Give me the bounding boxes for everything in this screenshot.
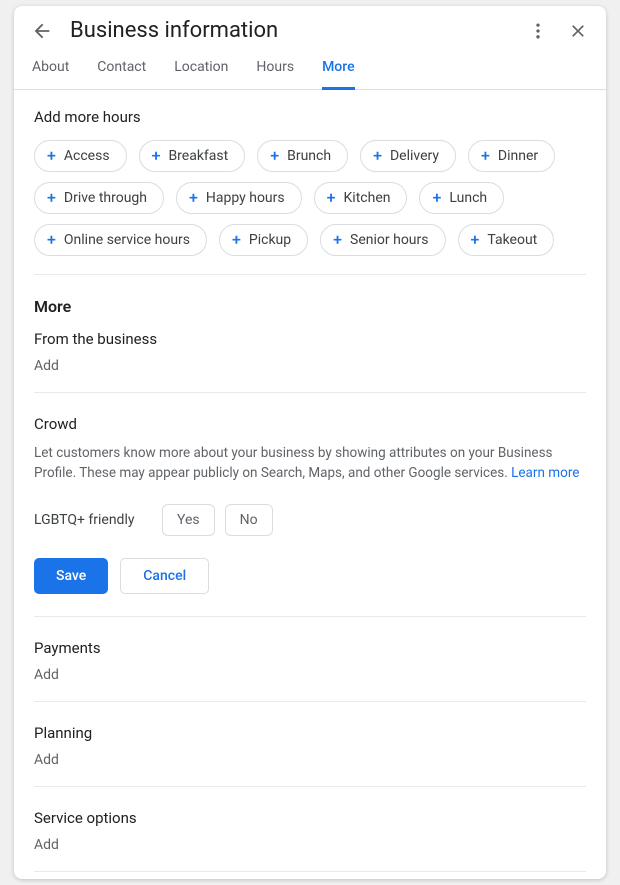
hours-chip[interactable]: + Drive through	[34, 182, 164, 214]
close-icon	[568, 21, 588, 41]
hours-chip-label: Lunch	[449, 190, 487, 206]
add-more-hours-title: Add more hours	[34, 108, 586, 126]
tab-location[interactable]: Location	[174, 59, 228, 89]
divider	[34, 392, 586, 393]
hours-chip-label: Access	[64, 148, 110, 164]
hours-chip-label: Drive through	[64, 190, 147, 206]
crowd-description: Let customers know more about your busin…	[34, 443, 586, 484]
hours-chip-label: Happy hours	[206, 190, 285, 206]
hours-chip[interactable]: + Kitchen	[314, 182, 408, 214]
yes-no-group: Yes No	[162, 504, 273, 536]
hours-chip-label: Brunch	[287, 148, 331, 164]
tab-more[interactable]: More	[322, 59, 355, 90]
divider	[34, 701, 586, 702]
hours-chip-label: Senior hours	[350, 232, 428, 248]
arrow-back-icon	[31, 20, 53, 42]
plus-icon: +	[333, 232, 342, 248]
more-section-title: More	[34, 297, 586, 316]
hours-chip-label: Pickup	[249, 232, 291, 248]
crowd-actions: Save Cancel	[34, 558, 586, 594]
panel-header: Business information	[14, 6, 606, 49]
from-business-add[interactable]: Add	[34, 358, 586, 374]
plus-icon: +	[432, 190, 441, 206]
hours-chip-label: Delivery	[390, 148, 439, 164]
business-info-panel: Business information About Contact Locat…	[14, 6, 606, 879]
save-button[interactable]: Save	[34, 558, 108, 594]
plus-icon: +	[270, 148, 279, 164]
hours-chip[interactable]: + Takeout	[458, 224, 555, 256]
hours-chip[interactable]: + Dinner	[468, 140, 555, 172]
hours-chip[interactable]: + Breakfast	[139, 140, 246, 172]
divider	[34, 616, 586, 617]
overflow-menu-button[interactable]	[526, 19, 550, 43]
lgbtq-row: LGBTQ+ friendly Yes No	[34, 504, 586, 536]
plus-icon: +	[47, 232, 56, 248]
plus-icon: +	[481, 148, 490, 164]
hours-chip[interactable]: + Pickup	[219, 224, 308, 256]
hours-chip[interactable]: + Brunch	[257, 140, 348, 172]
service-options-add[interactable]: Add	[34, 837, 586, 853]
hours-chip[interactable]: + Lunch	[419, 182, 504, 214]
plus-icon: +	[232, 232, 241, 248]
hours-chip-label: Takeout	[487, 232, 537, 248]
hours-chip-label: Breakfast	[168, 148, 228, 164]
hours-chip-group: + Access + Breakfast + Brunch + Delivery + Dinner…	[34, 140, 586, 256]
cancel-button[interactable]: Cancel	[120, 558, 209, 594]
hours-chip[interactable]: + Delivery	[360, 140, 456, 172]
divider	[34, 786, 586, 787]
hours-chip-label: Dinner	[498, 148, 538, 164]
more-vert-icon	[528, 21, 548, 41]
tab-about[interactable]: About	[32, 59, 69, 89]
lgbtq-yes-button[interactable]: Yes	[162, 504, 215, 536]
hours-chip[interactable]: + Senior hours	[320, 224, 445, 256]
lgbtq-label: LGBTQ+ friendly	[34, 512, 144, 528]
planning-add[interactable]: Add	[34, 752, 586, 768]
hours-chip[interactable]: + Access	[34, 140, 127, 172]
panel-title: Business information	[70, 18, 510, 43]
divider	[34, 871, 586, 872]
crowd-title: Crowd	[34, 415, 586, 433]
plus-icon: +	[47, 148, 56, 164]
back-button[interactable]	[30, 19, 54, 43]
plus-icon: +	[47, 190, 56, 206]
plus-icon: +	[373, 148, 382, 164]
service-options-title: Service options	[34, 809, 586, 827]
crowd-learn-more-link[interactable]: Learn more	[511, 465, 579, 481]
plus-icon: +	[189, 190, 198, 206]
plus-icon: +	[471, 232, 480, 248]
from-business-title: From the business	[34, 330, 586, 348]
hours-chip-label: Online service hours	[64, 232, 190, 248]
crowd-desc-text: Let customers know more about your busin…	[34, 445, 553, 481]
divider	[34, 274, 586, 275]
panel-body[interactable]: Add more hours +Access+Breakfast+Brunch+…	[14, 90, 606, 879]
hours-chip[interactable]: + Happy hours	[176, 182, 302, 214]
tab-hours[interactable]: Hours	[256, 59, 294, 89]
tab-bar: About Contact Location Hours More	[14, 49, 606, 90]
planning-title: Planning	[34, 724, 586, 742]
tab-contact[interactable]: Contact	[97, 59, 146, 89]
payments-title: Payments	[34, 639, 586, 657]
lgbtq-no-button[interactable]: No	[225, 504, 273, 536]
hours-chip-label: Kitchen	[344, 190, 391, 206]
hours-chip[interactable]: + Online service hours	[34, 224, 207, 256]
plus-icon: +	[152, 148, 161, 164]
plus-icon: +	[327, 190, 336, 206]
payments-add[interactable]: Add	[34, 667, 586, 683]
close-button[interactable]	[566, 19, 590, 43]
